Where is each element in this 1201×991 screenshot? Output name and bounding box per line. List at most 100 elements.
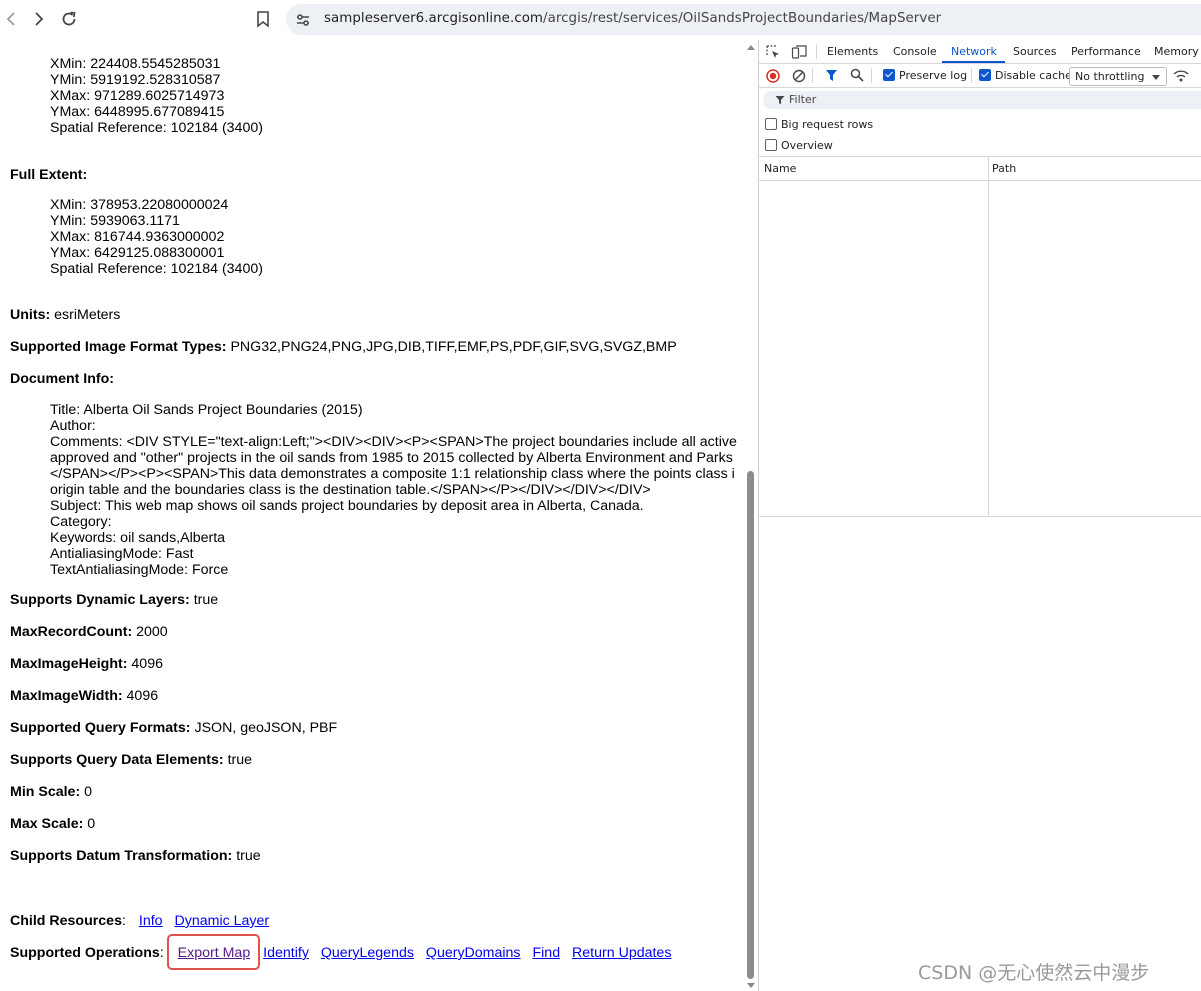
watermark: CSDN @无心使然云中漫步 [918, 962, 1150, 984]
tab-network[interactable]: Network [951, 45, 997, 58]
preserve-log-label: Preserve log [899, 69, 968, 82]
full-extent-ymin: YMin: 5939063.1171 [50, 213, 180, 229]
tab-memory[interactable]: Memory [1154, 45, 1199, 58]
initial-extent-spatial-ref: Spatial Reference: 102184 (3400) [50, 120, 263, 136]
initial-extent-xmax: XMax: 971289.6025714973 [50, 88, 225, 104]
doc-info-line: AntialiasingMode: Fast [50, 546, 194, 562]
record-stop-icon[interactable] [766, 69, 780, 86]
initial-extent-ymin: YMin: 5919192.528310587 [50, 72, 221, 88]
toolbar-divider [812, 68, 813, 83]
devtools-tab-bar: Elements Console Network Sources Perform… [759, 40, 1201, 64]
bookmark-icon[interactable] [252, 8, 274, 30]
scroll-up-icon[interactable] [747, 45, 755, 50]
doc-info-line: Comments: <DIV STYLE="text-align:Left;">… [50, 434, 737, 450]
export-map-highlight [167, 934, 260, 970]
prop-supported-query-formats: Supported Query Formats: JSON, geoJSON, … [10, 720, 338, 736]
page-content: XMin: 224408.5545285031 YMin: 5919192.52… [0, 40, 744, 991]
units-row: Units: esriMeters [10, 307, 120, 323]
toolbar-divider [871, 68, 872, 83]
disable-cache-label: Disable cache [995, 69, 1072, 82]
search-icon[interactable] [850, 68, 864, 85]
prop-supports-query-data-elements: Supports Query Data Elements: true [10, 752, 253, 768]
column-header-path[interactable]: Path [992, 162, 1016, 175]
initial-extent-ymax: YMax: 6448995.677089415 [50, 104, 225, 120]
doc-info-line: Subject: This web map shows oil sands pr… [50, 498, 644, 514]
prop-max-image-height: MaxImageHeight: 4096 [10, 656, 163, 672]
big-request-rows-label: Big request rows [781, 118, 874, 131]
toolbar-divider [971, 68, 972, 83]
doc-info-line: Title: Alberta Oil Sands Project Boundar… [50, 402, 363, 418]
doc-info-line: approved and "other" projects in the oil… [50, 450, 733, 466]
page-scrollbar[interactable] [744, 40, 758, 991]
prop-max-image-width: MaxImageWidth: 4096 [10, 688, 159, 704]
devtools-panel: Elements Console Network Sources Perform… [758, 40, 1201, 991]
image-formats-value: PNG32,PNG24,PNG,JPG,DIB,TIFF,EMF,PS,PDF,… [226, 339, 677, 355]
address-bar[interactable]: sampleserver6.arcgisonline.com/arcgis/re… [286, 4, 1201, 35]
info-link[interactable]: Info [139, 913, 163, 929]
tab-performance[interactable]: Performance [1071, 45, 1141, 58]
scroll-down-icon[interactable] [747, 983, 755, 988]
doc-info-line: origin table and the boundaries class is… [50, 482, 651, 498]
network-requests-table: Name Path [759, 156, 1201, 517]
overview-label: Overview [781, 139, 833, 152]
network-conditions-icon[interactable] [1172, 68, 1190, 87]
filter-icon[interactable] [825, 69, 838, 85]
prop-supports-dynamic-layers: Supports Dynamic Layers: true [10, 592, 219, 608]
inspect-element-icon[interactable] [765, 44, 781, 63]
supported-operations-label: Supported Operations [10, 945, 160, 961]
throttling-select[interactable]: No throttling [1069, 67, 1167, 86]
scrollbar-thumb[interactable] [747, 471, 754, 979]
identify-link[interactable]: Identify [263, 945, 309, 961]
query-domains-link[interactable]: QueryDomains [426, 945, 521, 961]
prop-max-record-count: MaxRecordCount: 2000 [10, 624, 168, 640]
dynamic-layer-link[interactable]: Dynamic Layer [175, 913, 270, 929]
url-text: sampleserver6.arcgisonline.com/arcgis/re… [324, 11, 941, 26]
child-resources-row: Child Resources: Info Dynamic Layer [10, 913, 270, 929]
child-resources-label: Child Resources [10, 913, 122, 929]
overview-checkbox[interactable] [765, 139, 777, 151]
url-host: sampleserver6.arcgisonline.com [324, 11, 544, 26]
forward-icon[interactable] [28, 8, 50, 30]
reload-icon[interactable] [58, 8, 80, 30]
initial-extent-xmin: XMin: 224408.5545285031 [50, 56, 221, 72]
disable-cache-checkbox[interactable] [979, 69, 991, 81]
doc-info-line: Author: [50, 418, 96, 434]
site-info-icon[interactable] [294, 11, 312, 29]
tab-elements[interactable]: Elements [827, 45, 878, 58]
device-toolbar-icon[interactable] [791, 44, 808, 63]
tab-console[interactable]: Console [893, 45, 937, 58]
query-legends-link[interactable]: QueryLegends [321, 945, 414, 961]
preserve-log-checkbox[interactable] [883, 69, 895, 81]
filter-placeholder: Filter [789, 93, 817, 106]
full-extent-spatial-ref: Spatial Reference: 102184 (3400) [50, 261, 263, 277]
clear-icon[interactable] [792, 69, 806, 86]
document-info-heading: Document Info: [10, 371, 115, 387]
back-icon[interactable] [0, 8, 22, 30]
return-updates-link[interactable]: Return Updates [572, 945, 671, 961]
doc-info-line: </SPAN></P><P><SPAN>This data demonstrat… [50, 466, 735, 482]
filter-funnel-icon [775, 95, 785, 108]
column-header-name[interactable]: Name [764, 162, 796, 175]
doc-info-line: TextAntialiasingMode: Force [50, 562, 229, 578]
image-formats-label: Supported Image Format Types: [10, 339, 227, 355]
chevron-down-icon [1152, 75, 1160, 80]
prop-min-scale: Min Scale: 0 [10, 784, 93, 800]
full-extent-heading: Full Extent: [10, 167, 88, 183]
tab-divider [816, 44, 817, 59]
url-path: /arcgis/rest/services/OilSandsProjectBou… [543, 11, 942, 26]
doc-info-line: Category: [50, 514, 112, 530]
prop-max-scale: Max Scale: 0 [10, 816, 96, 832]
full-extent-ymax: YMax: 6429125.088300001 [50, 245, 225, 261]
units-label: Units: [10, 307, 51, 323]
browser-toolbar: sampleserver6.arcgisonline.com/arcgis/re… [0, 0, 1201, 40]
column-divider[interactable] [988, 157, 989, 516]
find-link[interactable]: Find [532, 945, 560, 961]
tab-sources[interactable]: Sources [1013, 45, 1057, 58]
big-request-rows-checkbox[interactable] [765, 118, 777, 130]
doc-info-line: Keywords: oil sands,Alberta [50, 530, 226, 546]
image-formats-row: Supported Image Format Types: PNG32,PNG2… [10, 339, 677, 355]
filter-input[interactable]: Filter [763, 91, 1201, 109]
supported-operations-row: Supported Operations: Export Map Identif… [10, 945, 672, 961]
full-extent-xmax: XMax: 816744.9363000002 [50, 229, 225, 245]
throttling-value: No throttling [1075, 70, 1145, 83]
